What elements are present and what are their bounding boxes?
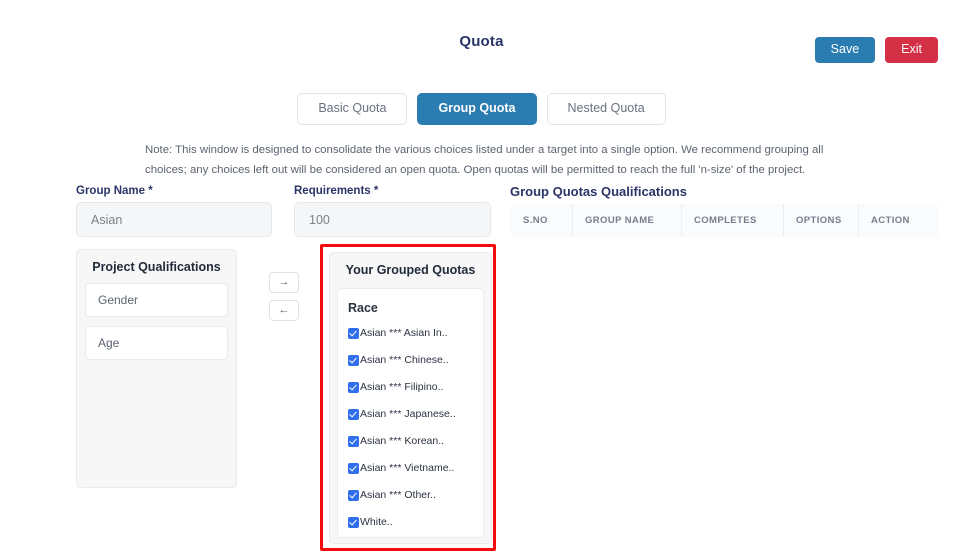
list-item[interactable]: Asian *** Other.. [338, 489, 483, 501]
top-actions: Save Exit [814, 37, 938, 63]
table-header-row: S.NO GROUP NAME COMPLETES OPTIONS ACTION [511, 204, 938, 237]
column-header-options: OPTIONS [783, 204, 859, 237]
checkbox-checked-icon[interactable] [348, 462, 359, 474]
checkbox-checked-icon[interactable] [348, 381, 359, 393]
column-header-group-name: GROUP NAME [572, 204, 682, 237]
transfer-arrow-buttons: → ← [269, 272, 299, 321]
checkbox-checked-icon[interactable] [348, 435, 359, 447]
move-right-arrow-icon[interactable]: → [269, 272, 299, 293]
list-item-label: Asian *** Filipino.. [360, 381, 444, 393]
checkbox-checked-icon[interactable] [348, 489, 359, 501]
checkbox-checked-icon[interactable] [348, 408, 359, 420]
qualification-item-gender[interactable]: Gender [85, 283, 228, 317]
qualification-item-age[interactable]: Age [85, 326, 228, 360]
list-item[interactable]: Asian *** Vietname.. [338, 462, 483, 474]
list-item-label: Asian *** Chinese.. [360, 354, 449, 366]
column-header-action: ACTION [858, 204, 938, 237]
grouped-quotas-list[interactable]: Race Asian *** Asian In.. Asian *** Chin… [337, 288, 484, 538]
checkbox-checked-icon[interactable] [348, 327, 359, 339]
list-item-label: Asian *** Japanese.. [360, 408, 456, 420]
checkbox-checked-icon[interactable] [348, 516, 359, 528]
list-item-label: Asian *** Other.. [360, 489, 436, 501]
list-item[interactable]: Asian *** Japanese.. [338, 408, 483, 420]
group-quotas-qualifications-title: Group Quotas Qualifications [510, 184, 687, 199]
group-label-race: Race [348, 301, 378, 315]
tab-group-quota[interactable]: Group Quota [417, 93, 537, 125]
checkbox-checked-icon[interactable] [348, 354, 359, 366]
list-item[interactable]: White.. [338, 516, 483, 528]
project-qualifications-heading: Project Qualifications [92, 260, 221, 274]
info-note: Note: This window is designed to consoli… [145, 144, 824, 176]
move-left-arrow-icon[interactable]: ← [269, 300, 299, 321]
list-item-label: Asian *** Vietname.. [360, 462, 455, 474]
group-name-input[interactable] [76, 202, 272, 237]
group-quotas-qualifications-table: S.NO GROUP NAME COMPLETES OPTIONS ACTION [510, 203, 939, 238]
list-item[interactable]: Asian *** Chinese.. [338, 354, 483, 366]
requirements-input[interactable] [294, 202, 491, 237]
group-name-label: Group Name * [76, 185, 153, 197]
tab-basic-quota[interactable]: Basic Quota [297, 93, 408, 125]
list-item-label: Asian *** Asian In.. [360, 327, 448, 339]
save-button[interactable]: Save [814, 37, 876, 63]
project-qualifications-panel: Project Qualifications Gender Age [76, 249, 237, 488]
quota-page: Quota Save Exit Basic Quota Group Quota … [0, 0, 963, 560]
column-header-completes: COMPLETES [681, 204, 784, 237]
list-item-label: Asian *** Korean.. [360, 435, 445, 447]
exit-button[interactable]: Exit [885, 37, 938, 63]
grouped-quotas-heading: Your Grouped Quotas [345, 263, 476, 277]
list-item[interactable]: Asian *** Filipino.. [338, 381, 483, 393]
list-item-label: White.. [360, 516, 393, 528]
column-header-sno: S.NO [511, 204, 573, 237]
list-item[interactable]: Asian *** Korean.. [338, 435, 483, 447]
tab-nested-quota[interactable]: Nested Quota [546, 93, 666, 125]
quota-type-tabs: Basic Quota Group Quota Nested Quota [0, 93, 963, 125]
requirements-label: Requirements * [294, 185, 379, 197]
list-item[interactable]: Asian *** Asian In.. [338, 327, 483, 339]
